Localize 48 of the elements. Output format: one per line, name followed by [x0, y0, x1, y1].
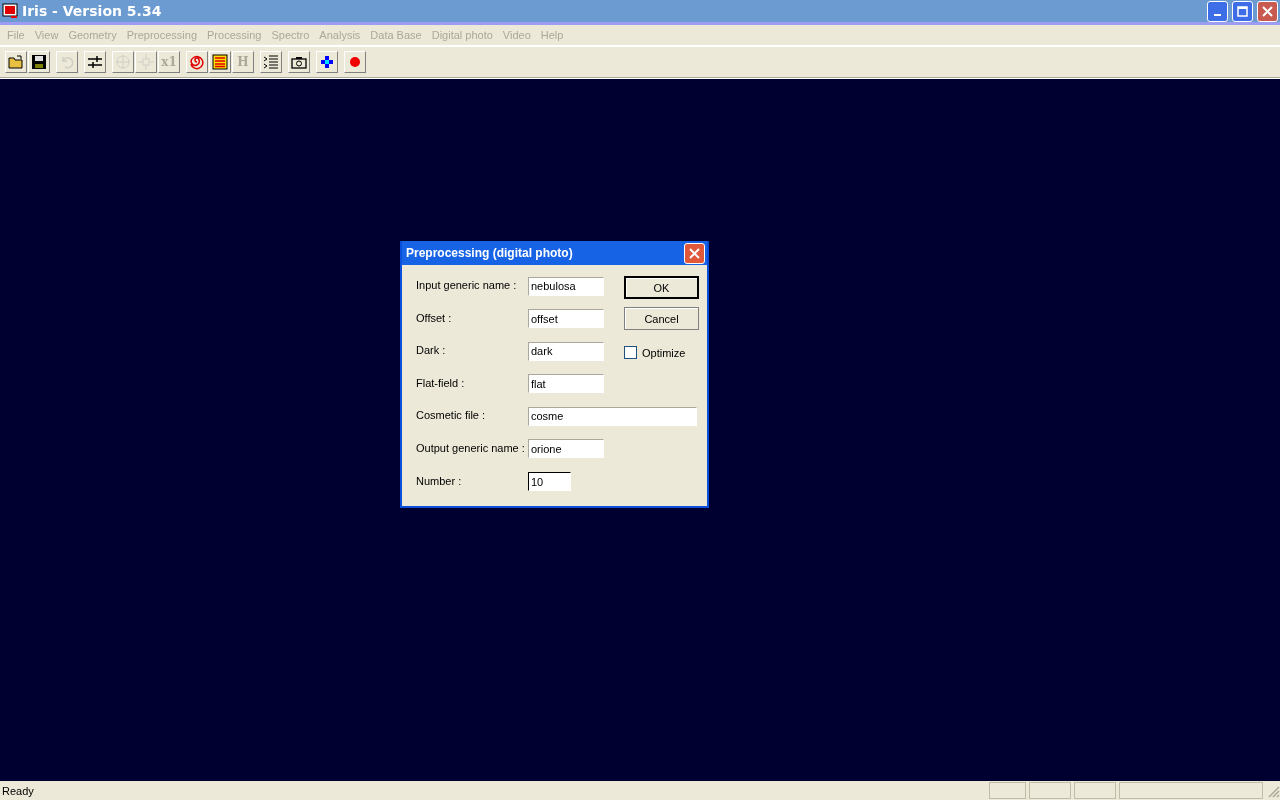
- maximize-button[interactable]: [1232, 0, 1253, 22]
- close-button[interactable]: [684, 242, 705, 264]
- striped-square-icon: [212, 54, 228, 70]
- spiral-icon: [189, 54, 205, 70]
- resize-grip-icon: [1266, 783, 1280, 798]
- field-label: Input generic name :: [416, 278, 518, 293]
- status-pane: [1074, 782, 1116, 799]
- field-label: Cosmetic file :: [416, 408, 487, 424]
- text-field[interactable]: cosme: [528, 406, 697, 426]
- field-label: Number :: [416, 473, 463, 489]
- toolbar-button[interactable]: [84, 51, 106, 73]
- field-label: Dark :: [416, 343, 447, 359]
- camera-icon: [291, 54, 307, 70]
- close-button[interactable]: [1257, 0, 1278, 22]
- close-icon: [1262, 5, 1273, 17]
- record-dot-icon: [347, 54, 363, 70]
- toolbar-button[interactable]: [288, 51, 310, 73]
- text-field[interactable]: orione: [528, 439, 604, 459]
- status-pane: [1029, 782, 1071, 799]
- folder-icon: [8, 54, 24, 70]
- checkbox-label: Optimize: [642, 346, 686, 359]
- text-field[interactable]: 10: [528, 472, 571, 492]
- status-pane: [989, 782, 1026, 799]
- field-label: Offset :: [416, 310, 453, 326]
- toolbar-button[interactable]: [316, 51, 338, 73]
- field-label: Output generic name :: [416, 440, 526, 456]
- checkbox[interactable]: [624, 346, 637, 359]
- ok-button[interactable]: OK: [624, 276, 699, 299]
- sliders-icon: [87, 54, 103, 70]
- list-icon: [263, 54, 279, 70]
- status-text: Ready: [2, 784, 35, 797]
- app-icon: [2, 3, 18, 19]
- cross-dots-icon: [319, 54, 335, 70]
- window-title: Iris - Version 5.34: [22, 3, 163, 19]
- minimize-icon: [1214, 14, 1221, 16]
- text-field[interactable]: flat: [528, 374, 604, 394]
- text-field[interactable]: dark: [528, 341, 604, 361]
- text-field[interactable]: offset: [528, 309, 604, 329]
- toolbar-button[interactable]: [28, 51, 50, 73]
- undo-icon: [59, 54, 75, 70]
- toolbar-button[interactable]: [5, 51, 27, 73]
- dialog-title: Preprocessing (digital photo): [406, 246, 574, 260]
- cancel-button[interactable]: Cancel: [624, 307, 699, 330]
- maximize-icon: [1237, 5, 1248, 17]
- text-field[interactable]: nebulosa: [528, 276, 604, 296]
- field-label: Flat-field :: [416, 375, 466, 391]
- minimize-button[interactable]: [1207, 0, 1228, 22]
- close-icon: [689, 247, 700, 259]
